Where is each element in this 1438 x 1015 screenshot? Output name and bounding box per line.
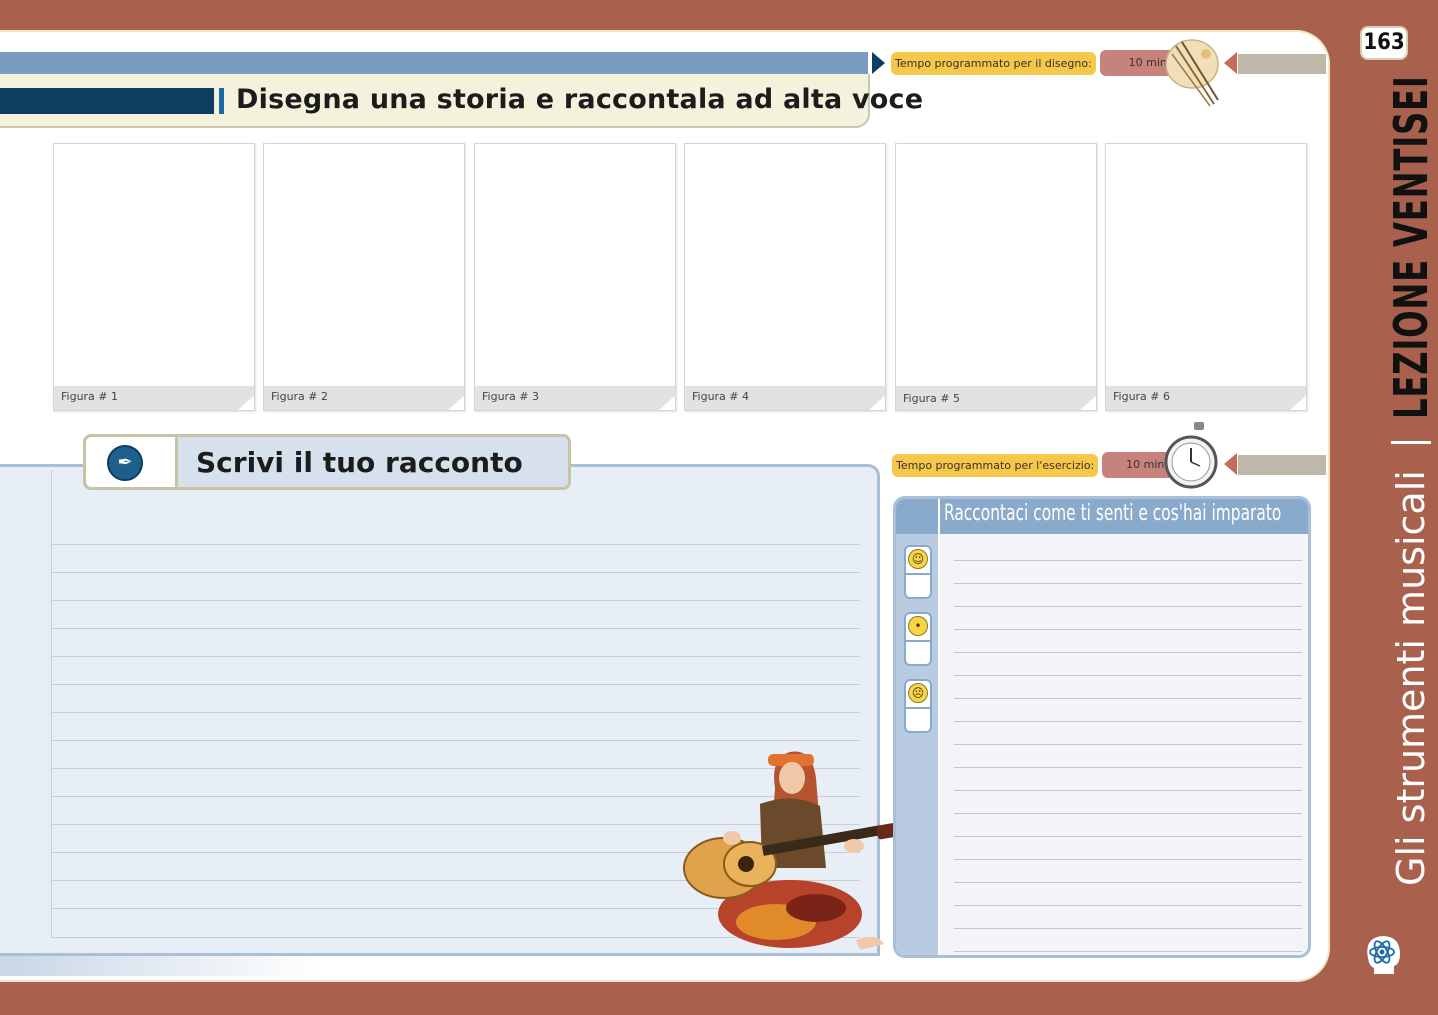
feelings-line[interactable]: [954, 652, 1302, 653]
feelings-line[interactable]: [954, 675, 1302, 676]
feelings-line[interactable]: [954, 928, 1302, 929]
pen-nib-icon: ✒: [107, 445, 143, 481]
feelings-line[interactable]: [954, 813, 1302, 814]
feelings-line[interactable]: [954, 951, 1302, 952]
feelings-line[interactable]: [954, 744, 1302, 745]
feelings-line[interactable]: [954, 905, 1302, 906]
drawing-time-label: Tempo programmato per il disegno:: [891, 51, 1096, 75]
title-accent-line: [219, 88, 224, 114]
exercise-tail-bar: [1238, 455, 1326, 475]
writing-icon-area: ✒: [86, 437, 178, 487]
arrow-left-icon: [1224, 453, 1237, 475]
head-atom-icon: [1367, 936, 1400, 974]
sidebar-separator: [1391, 441, 1431, 445]
feelings-line[interactable]: [954, 836, 1302, 837]
panel-caption: Figura # 5: [903, 392, 961, 405]
writing-line: [51, 712, 860, 713]
sidebar-vertical-title: Gli strumenti musicali LEZIONE VENTISEI: [1384, 0, 1438, 886]
feelings-divider: [938, 499, 940, 955]
writing-line: [51, 572, 860, 573]
writing-line: [51, 656, 860, 657]
drawing-panel-2[interactable]: Figura # 2: [263, 143, 465, 411]
feelings-line[interactable]: [954, 698, 1302, 699]
drawing-title: Disegna una storia e raccontala ad alta …: [236, 84, 924, 115]
header-stripe: [0, 52, 868, 74]
topic-label: Gli strumenti musicali: [1389, 470, 1433, 886]
stopwatch-icon: [1164, 422, 1218, 489]
exercise-time-row: Tempo programmato per l'esercizio: 10 mi…: [886, 452, 1189, 478]
feelings-line[interactable]: [954, 859, 1302, 860]
panel-caption: Figura # 6: [1113, 390, 1171, 403]
writing-line: [51, 544, 860, 545]
neutral-face-icon: •: [908, 616, 928, 636]
feelings-line[interactable]: [954, 882, 1302, 883]
drawing-panel-3[interactable]: Figura # 3: [474, 143, 676, 411]
exercise-time-label: Tempo programmato per l'esercizio:: [892, 453, 1099, 477]
drawing-panel-4[interactable]: Figura # 4: [684, 143, 886, 411]
drawing-time-row: Tempo programmato per il disegno: 10 min: [872, 50, 1196, 76]
writing-title: Scrivi il tuo racconto: [196, 446, 523, 479]
panel-caption: Figura # 1: [61, 390, 119, 403]
feelings-line[interactable]: [954, 790, 1302, 791]
panel-caption: Figura # 4: [692, 390, 750, 403]
drawing-panel-1[interactable]: Figura # 1: [53, 143, 255, 411]
writing-line: [51, 600, 860, 601]
lesson-label: LEZIONE VENTISEI: [1384, 75, 1438, 420]
sad-face-icon: ☹: [908, 683, 928, 703]
header-tail-bar: [1238, 54, 1326, 74]
writing-line: [51, 628, 860, 629]
feelings-line[interactable]: [954, 560, 1302, 561]
title-accent-bar: [0, 88, 214, 114]
feelings-line[interactable]: [954, 629, 1302, 630]
feelings-line[interactable]: [954, 721, 1302, 722]
feelings-box: Raccontaci come ti senti e cos'hai impar…: [893, 496, 1311, 958]
happy-face-icon: ☺: [908, 549, 928, 569]
arrow-left-icon: [1224, 52, 1237, 74]
feelings-line[interactable]: [954, 767, 1302, 768]
drawing-panel-5[interactable]: Figura # 5: [895, 143, 1097, 411]
panel-caption: Figura # 2: [271, 390, 329, 403]
happy-checkbox[interactable]: ☺: [904, 545, 932, 599]
writing-title-box: ✒ Scrivi il tuo racconto: [83, 434, 571, 490]
panel-caption: Figura # 3: [482, 390, 540, 403]
girl-with-guitar-illustration: [683, 751, 912, 950]
feelings-title: Raccontaci come ti senti e cos'hai impar…: [944, 501, 1282, 526]
feelings-line[interactable]: [954, 606, 1302, 607]
arrow-right-icon: [872, 52, 885, 74]
palette-brushes-icon: [1165, 39, 1219, 107]
neutral-checkbox[interactable]: •: [904, 612, 932, 666]
writing-line: [51, 684, 860, 685]
drawing-panel-6[interactable]: Figura # 6: [1105, 143, 1307, 411]
bottom-fade: [0, 956, 320, 976]
feelings-line[interactable]: [954, 583, 1302, 584]
sad-checkbox[interactable]: ☹: [904, 679, 932, 733]
